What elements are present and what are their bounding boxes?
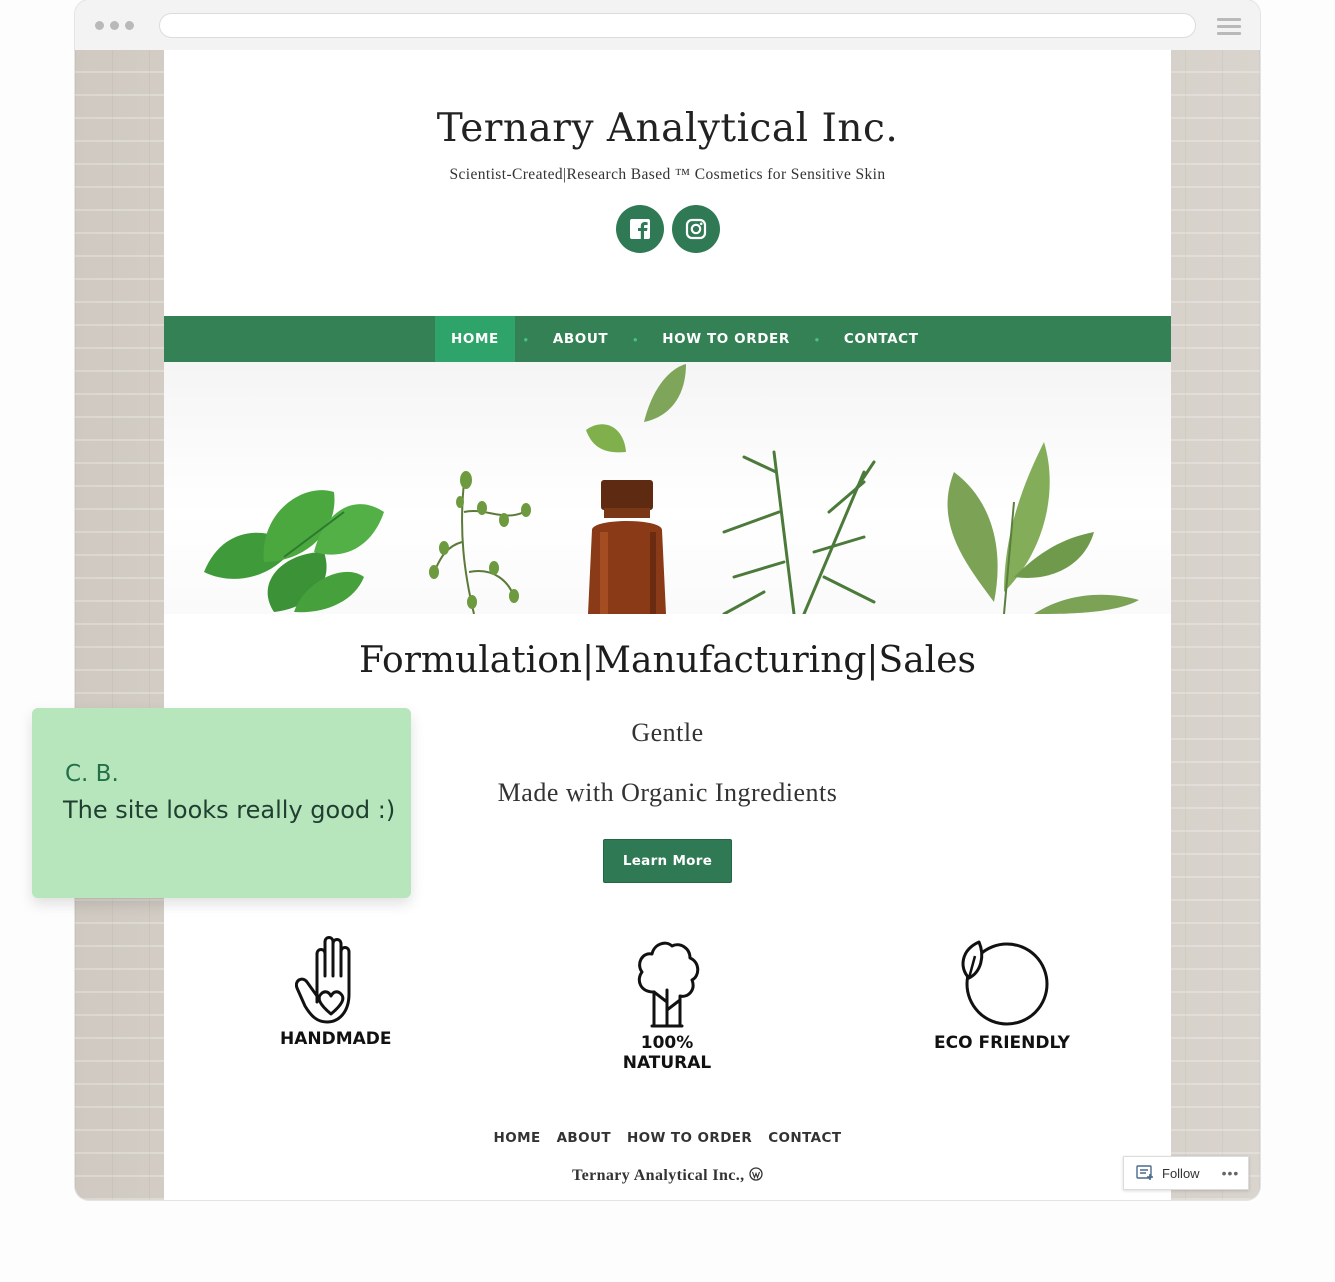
nav-separator: ●	[632, 334, 638, 344]
footer-credit-text[interactable]: Ternary Analytical Inc.,	[572, 1167, 745, 1184]
feature-label: ECO FRIENDLY	[934, 1033, 1070, 1053]
leaf-circle-icon	[961, 940, 1049, 1026]
footer-nav-about[interactable]: ABOUT	[557, 1130, 611, 1146]
sage-leaf-image	[644, 364, 686, 422]
nav-item-home[interactable]: HOME	[435, 316, 515, 362]
footer-nav-home[interactable]: HOME	[494, 1130, 541, 1146]
feature-natural: 100% NATURAL	[597, 940, 737, 1073]
feature-label: HANDMADE	[280, 1029, 392, 1049]
browser-window: Ternary Analytical Inc. Scientist-Create…	[75, 0, 1260, 1200]
amber-bottle-image	[588, 480, 666, 614]
hero-image	[164, 362, 1171, 614]
follow-widget[interactable]: Follow •••	[1123, 1156, 1249, 1190]
learn-more-button[interactable]: Learn More	[603, 839, 732, 883]
nav-separator: ●	[523, 334, 529, 344]
facebook-icon	[630, 219, 650, 239]
tree-icon	[637, 941, 700, 1028]
site-tagline: Scientist-Created|Research Based ™ Cosme…	[449, 166, 886, 183]
follow-icon	[1136, 1165, 1153, 1180]
main-nav-items: HOME ● ABOUT ● HOW TO ORDER ● CONTACT	[435, 316, 935, 362]
window-dot[interactable]	[110, 21, 119, 30]
feature-handmade: HANDMADE	[280, 932, 392, 1049]
social-links	[616, 205, 720, 253]
nav-item-how-to-order[interactable]: HOW TO ORDER	[646, 316, 806, 362]
comment-text: The site looks really good :)	[63, 796, 396, 824]
rosemary-image	[722, 450, 876, 614]
nav-separator: ●	[814, 334, 820, 344]
follow-label[interactable]: Follow	[1162, 1166, 1200, 1181]
instagram-icon	[685, 218, 707, 240]
sage-branch-image	[947, 442, 1139, 614]
nav-item-about[interactable]: ABOUT	[537, 316, 624, 362]
footer-nav-contact[interactable]: CONTACT	[768, 1130, 841, 1146]
site-title[interactable]: Ternary Analytical Inc.	[164, 106, 1171, 151]
feature-eco: ECO FRIENDLY	[932, 938, 1072, 1053]
hand-heart-icon	[294, 936, 351, 1024]
instagram-link[interactable]	[672, 205, 720, 253]
sage-leaf-image	[586, 424, 626, 453]
footer-credit: Ternary Analytical Inc.,	[164, 1167, 1171, 1185]
browser-chrome	[75, 0, 1260, 50]
mint-leaves-image	[204, 490, 384, 613]
window-dot[interactable]	[125, 21, 134, 30]
more-options-icon[interactable]: •••	[1222, 1165, 1240, 1181]
footer-nav-how-to-order[interactable]: HOW TO ORDER	[627, 1130, 752, 1146]
main-nav: HOME ● ABOUT ● HOW TO ORDER ● CONTACT	[164, 316, 1171, 362]
address-bar[interactable]	[159, 13, 1196, 38]
comment-author: C. B.	[65, 761, 119, 787]
menu-icon[interactable]	[1217, 18, 1241, 39]
feature-label: 100% NATURAL	[622, 1033, 712, 1073]
window-dot[interactable]	[95, 21, 104, 30]
wordpress-icon[interactable]	[749, 1167, 763, 1181]
site-page: Ternary Analytical Inc. Scientist-Create…	[164, 50, 1171, 1200]
comment-note: C. B. The site looks really good :)	[32, 708, 411, 898]
facebook-link[interactable]	[616, 205, 664, 253]
nav-item-contact[interactable]: CONTACT	[828, 316, 935, 362]
window-controls	[95, 21, 134, 30]
footer-nav: HOME ABOUT HOW TO ORDER CONTACT	[164, 1130, 1171, 1146]
headline: Formulation|Manufacturing|Sales	[359, 640, 976, 681]
